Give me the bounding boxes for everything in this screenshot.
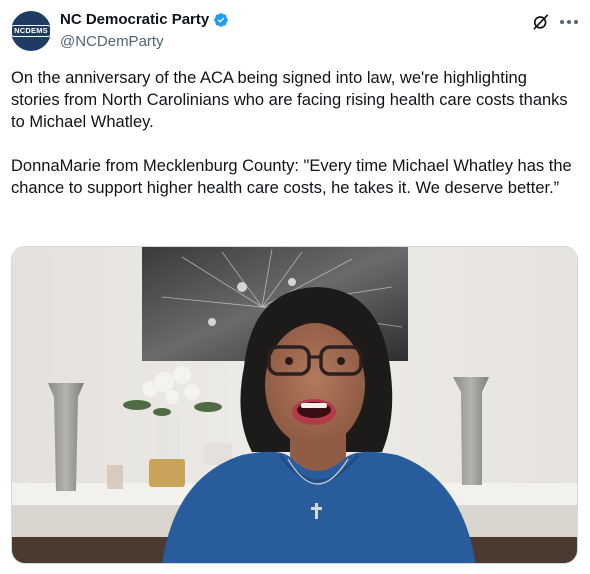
tweet-video-thumbnail[interactable] [11,246,578,564]
video-frame-image [12,247,577,563]
author-handle[interactable]: @NCDemParty [60,33,164,50]
avatar-logo-text: NCDEMS [11,25,51,37]
profile-avatar[interactable]: NCDEMS [11,11,51,51]
author-name-row: NC Democratic Party [60,11,229,28]
grok-icon[interactable] [531,12,551,32]
more-options-icon[interactable] [557,12,581,32]
author-display-name[interactable]: NC Democratic Party [60,11,209,28]
verified-badge-icon [214,12,229,27]
tweet-text: On the anniversary of the ACA being sign… [11,69,572,197]
